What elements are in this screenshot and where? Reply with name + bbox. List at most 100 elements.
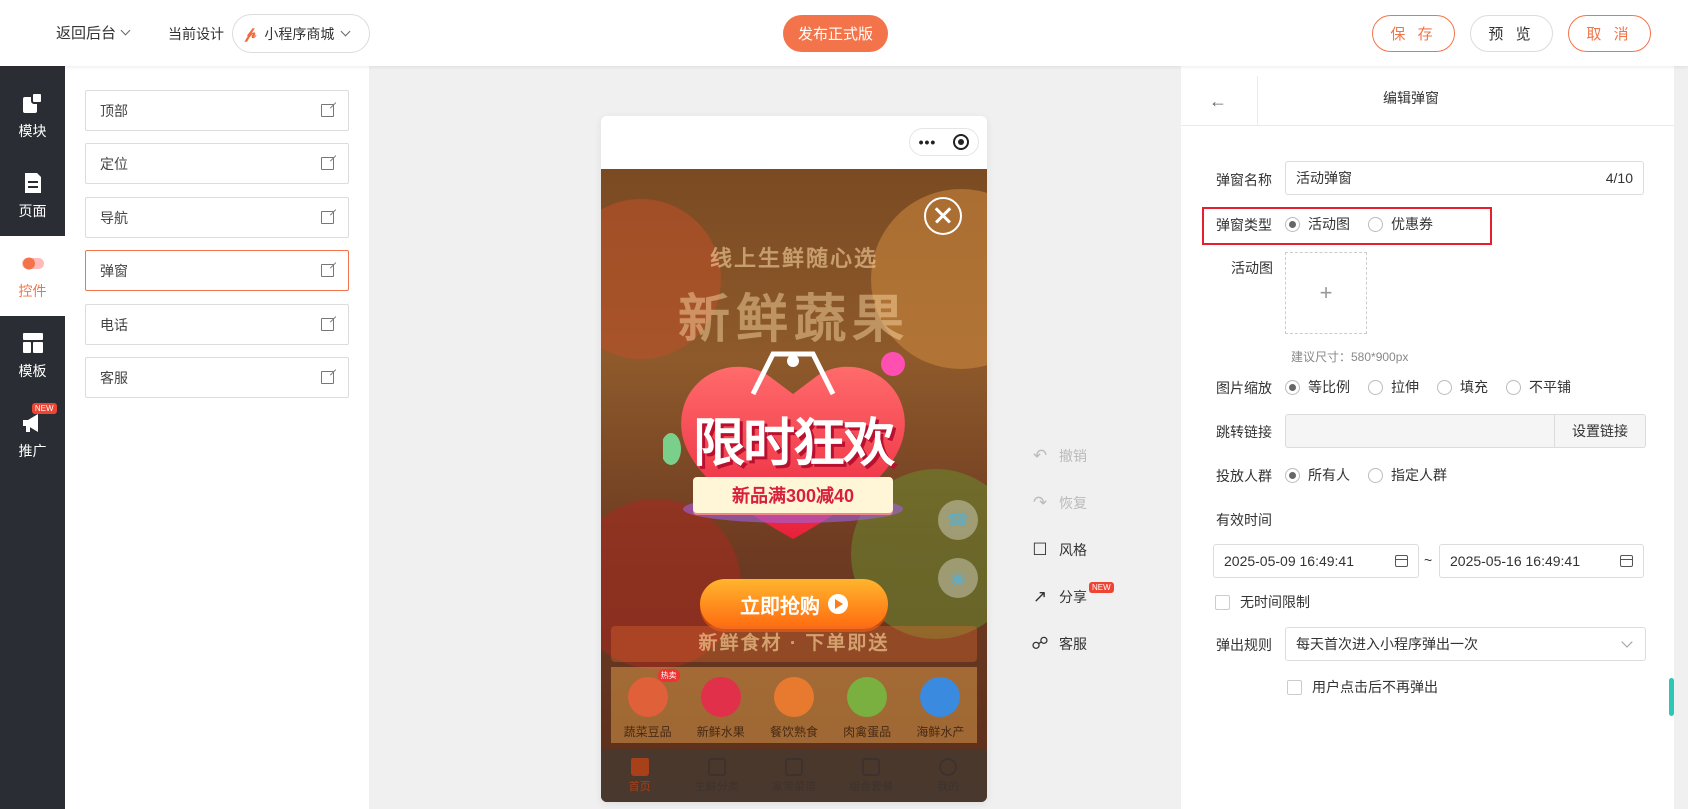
- popup-name-label: 弹窗名称: [1216, 172, 1272, 188]
- scale-norepeat-radio[interactable]: 不平铺: [1506, 377, 1571, 397]
- miniprogram-icon: 𝓅: [245, 24, 257, 42]
- component-item-phone[interactable]: 电话: [85, 304, 349, 345]
- wechat-icon[interactable]: ◉: [938, 558, 978, 598]
- radio-label: 等比例: [1308, 379, 1350, 395]
- radio-label: 拉伸: [1391, 379, 1419, 395]
- category-item[interactable]: 肉禽蛋品: [843, 667, 891, 743]
- component-item-top[interactable]: 顶部: [85, 90, 349, 131]
- checkbox-label: 用户点击后不再弹出: [1312, 679, 1438, 695]
- current-design-label: 当前设计: [168, 26, 224, 42]
- start-time-input[interactable]: 2025-05-09 16:49:41: [1213, 544, 1419, 578]
- popup-close-icon[interactable]: [924, 197, 962, 235]
- edit-icon[interactable]: [321, 104, 334, 117]
- top-bar: 返回后台 当前设计 𝓅 小程序商城 发布正式版 保 存 预 览 取 消: [0, 0, 1688, 66]
- popup-rule-select[interactable]: 每天首次进入小程序弹出一次: [1285, 627, 1646, 661]
- meat-egg-icon: [847, 677, 888, 717]
- no-repeat-checkbox[interactable]: 用户点击后不再弹出: [1287, 677, 1438, 697]
- scrollbar[interactable]: [1669, 678, 1674, 716]
- user-icon: [939, 757, 958, 776]
- category-item[interactable]: 新鲜水果: [697, 667, 745, 743]
- no-time-limit-checkbox[interactable]: 无时间限制: [1215, 592, 1310, 612]
- redo-label: 恢复: [1059, 495, 1087, 511]
- share-button[interactable]: ↗ 分享 NEW: [1031, 581, 1131, 607]
- phone-preview: ••• 线上生鲜随心选 新鲜蔬果 限时狂欢 新品满300减40 立即抢购 ☎ ◉…: [601, 116, 987, 802]
- publish-button[interactable]: 发布正式版: [783, 15, 888, 52]
- tab-mine[interactable]: 我的: [913, 749, 983, 802]
- tab-recipes[interactable]: 家常菜谱: [759, 749, 829, 802]
- nav-item-widget[interactable]: 控件: [0, 236, 65, 316]
- editor-header: ← 编辑弹窗: [1181, 66, 1674, 126]
- editor-panel: ← 编辑弹窗 弹窗名称 活动弹窗 4/10 弹窗类型 活动图 优惠券 活动图 +…: [1181, 66, 1674, 809]
- module-icon: [22, 92, 43, 113]
- component-item-nav[interactable]: 导航: [85, 197, 349, 238]
- activity-image-label: 活动图: [1231, 260, 1273, 276]
- gift-icon: [862, 757, 881, 776]
- set-link-button[interactable]: 设置链接: [1554, 414, 1645, 448]
- grid-icon: [707, 757, 726, 776]
- style-button[interactable]: ☐ 风格: [1031, 540, 1131, 560]
- left-nav: 模块 页面 控件 模板 NEW 推广: [0, 66, 65, 809]
- nav-item-label: 模板: [18, 363, 47, 379]
- editor-title: 编辑弹窗: [1383, 90, 1439, 106]
- tab-category[interactable]: 生鲜分类: [682, 749, 752, 802]
- redo-button[interactable]: ↷ 恢复: [1031, 493, 1131, 513]
- radio-label: 优惠券: [1391, 216, 1433, 232]
- chevron-down-icon: [340, 26, 351, 37]
- end-time-input[interactable]: 2025-05-16 16:49:41: [1439, 544, 1644, 578]
- edit-icon[interactable]: [321, 318, 334, 331]
- component-label: 客服: [100, 369, 128, 386]
- save-button[interactable]: 保 存: [1372, 15, 1455, 52]
- type-activity-radio[interactable]: 活动图: [1285, 214, 1350, 234]
- category-label: 肉禽蛋品: [843, 725, 892, 739]
- fruit-icon: [700, 677, 741, 717]
- audience-specific-radio[interactable]: 指定人群: [1368, 465, 1447, 485]
- back-to-admin-label: 返回后台: [56, 25, 117, 42]
- nav-item-template[interactable]: 模板: [0, 316, 65, 396]
- nav-item-label: 页面: [18, 203, 47, 219]
- category-label: 新鲜水果: [696, 725, 745, 739]
- arrow-left-icon[interactable]: ←: [1209, 91, 1227, 112]
- scale-fill-radio[interactable]: 填充: [1437, 377, 1488, 397]
- redo-icon: ↷: [1032, 493, 1048, 512]
- popup-preview[interactable]: 线上生鲜随心选 新鲜蔬果 限时狂欢 新品满300减40 立即抢购 ☎ ◉ 新鲜食…: [601, 169, 987, 802]
- service-button[interactable]: ☍ 客服: [1031, 634, 1131, 654]
- category-item[interactable]: 餐饮熟食: [770, 667, 818, 743]
- component-label: 导航: [100, 209, 128, 226]
- miniprogram-capsule: •••: [909, 128, 979, 156]
- design-select[interactable]: 𝓅 小程序商城: [232, 14, 370, 53]
- component-item-popup[interactable]: 弹窗: [85, 250, 349, 291]
- phone-tab-bar: 首页 生鲜分类 家常菜谱 组合套餐 我的: [601, 749, 987, 802]
- nav-item-page[interactable]: 页面: [0, 156, 65, 236]
- component-item-location[interactable]: 定位: [85, 143, 349, 184]
- radio-label: 不平铺: [1529, 379, 1571, 395]
- component-label: 弹窗: [100, 262, 128, 279]
- scale-stretch-radio[interactable]: 拉伸: [1368, 377, 1419, 397]
- edit-icon[interactable]: [321, 371, 334, 384]
- nav-item-promote[interactable]: NEW 推广: [0, 396, 65, 476]
- promo-ribbon: 新品满300减40: [693, 477, 893, 513]
- phone-call-icon[interactable]: ☎: [938, 500, 978, 540]
- popup-type-label: 弹窗类型: [1216, 217, 1272, 233]
- category-item[interactable]: 海鲜水产: [916, 667, 964, 743]
- edit-icon[interactable]: [321, 157, 334, 170]
- image-upload[interactable]: +: [1285, 252, 1367, 334]
- preview-button[interactable]: 预 览: [1470, 15, 1553, 52]
- component-item-service[interactable]: 客服: [85, 357, 349, 398]
- scale-proportional-radio[interactable]: 等比例: [1285, 377, 1350, 397]
- radio-circle: [1368, 216, 1383, 232]
- checkbox-box: [1215, 594, 1230, 610]
- cancel-button[interactable]: 取 消: [1568, 15, 1651, 52]
- nav-item-module[interactable]: 模块: [0, 76, 65, 156]
- tab-combo[interactable]: 组合套餐: [836, 749, 906, 802]
- buy-now-button[interactable]: 立即抢购: [700, 579, 888, 629]
- edit-icon[interactable]: [321, 211, 334, 224]
- undo-button[interactable]: ↶ 撤销: [1031, 446, 1131, 466]
- category-label: 海鲜水产: [916, 725, 965, 739]
- type-coupon-radio[interactable]: 优惠券: [1368, 214, 1433, 234]
- tab-home[interactable]: 首页: [605, 749, 675, 802]
- popup-name-input[interactable]: 活动弹窗 4/10: [1285, 161, 1644, 195]
- audience-all-radio[interactable]: 所有人: [1285, 465, 1350, 485]
- back-to-admin-button[interactable]: 返回后台: [56, 22, 131, 43]
- edit-icon[interactable]: [321, 264, 334, 277]
- category-item[interactable]: 热卖 蔬菜豆品: [624, 667, 680, 743]
